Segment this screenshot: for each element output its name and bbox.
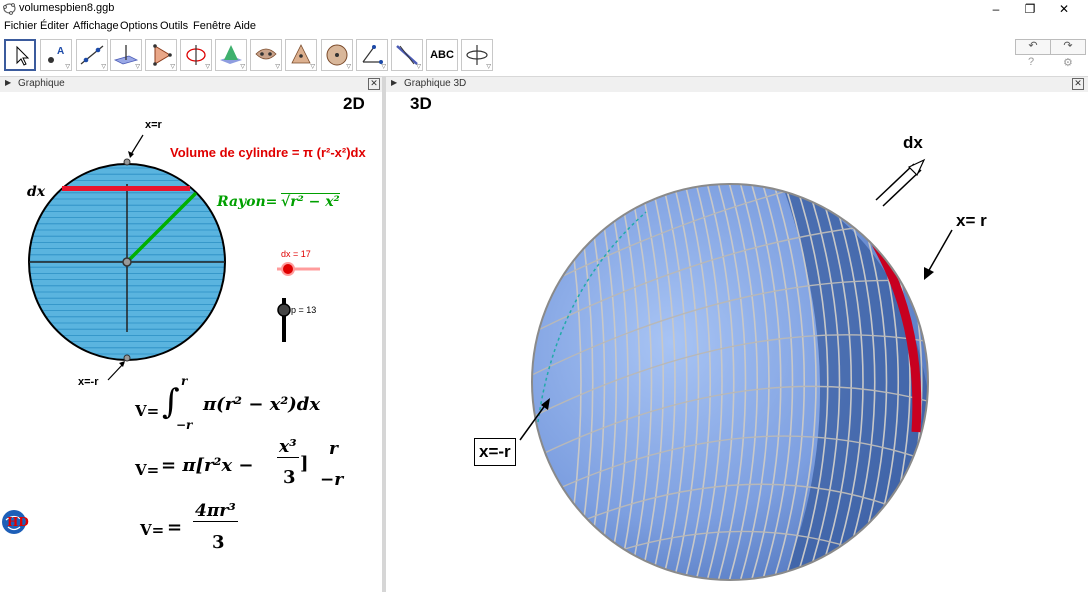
intersect-surfaces-button[interactable]: ▽ (215, 39, 247, 71)
toolbar: A ▽ ▽ ▽ ▽ ▽ ▽ ▽ ▽ ▽ ▽ ▽ ABC ▽ ↶ ↷ ? ⚙ (0, 36, 1088, 77)
dropdown-triangle-icon: ▽ (275, 64, 280, 70)
x-equals-r-3d-label: x= r (956, 211, 987, 230)
pyramid-tool-button[interactable]: ▽ (250, 39, 282, 71)
center-point[interactable] (122, 257, 132, 267)
dx-3d-label: dx (903, 133, 923, 152)
line-tool-button[interactable]: ▽ (76, 39, 108, 71)
dx-slider-label: dx = 17 (281, 249, 311, 259)
menu-fichier[interactable]: Fichier (4, 20, 37, 32)
dx-label: dx (27, 184, 46, 200)
x-r-3d-pointer-line (927, 229, 953, 273)
point-tool-button[interactable]: A ▽ (40, 39, 72, 71)
text-tool-icon: ABC (430, 49, 454, 61)
graphics-3d-view[interactable]: 3D dx x= r x=-r (386, 92, 1088, 592)
p-slider-label: p = 13 (291, 305, 317, 315)
dropdown-triangle-icon: ▽ (101, 64, 106, 70)
close-window-button[interactable]: ✕ (1047, 0, 1081, 18)
dx-slice-highlight (62, 186, 190, 191)
rayon-expression: √r² − x² (281, 193, 340, 210)
dropdown-triangle-icon: ▽ (65, 64, 70, 70)
formula2-prefix: V= (135, 461, 160, 479)
dx-arrowhead-icon (907, 158, 926, 177)
integral-sign-icon: ∫ (162, 382, 180, 422)
formula1-upper-bound: r (181, 374, 188, 388)
menu-bar: Fichier Éditer Affichage Options Outils … (0, 18, 1088, 36)
bottom-point[interactable] (123, 354, 131, 362)
formula1-prefix: V= (135, 402, 160, 420)
sphere-cross-section-drawing (2, 134, 320, 534)
reflect-plane-button[interactable]: ▽ (391, 39, 423, 71)
formula2-body: = π[r²x − (161, 455, 254, 476)
logo-badge-text: HD (7, 515, 29, 529)
collapse-triangle-icon[interactable]: ▶ (5, 78, 11, 87)
dropdown-triangle-icon: ▽ (416, 64, 421, 70)
formula2-denominator: 3 (283, 467, 296, 488)
formula2-lower-bound: −r (320, 470, 344, 490)
angle-tool-button[interactable]: ▽ (356, 39, 388, 71)
maximize-button[interactable]: ❐ (1013, 0, 1047, 18)
circle-tool-button[interactable]: ▽ (180, 39, 212, 71)
x-equals-r-label: x=r (145, 119, 162, 131)
dropdown-triangle-icon: ▽ (381, 64, 386, 70)
rotate-view-button[interactable]: ▽ (461, 39, 493, 71)
dropdown-triangle-icon: ▽ (240, 64, 245, 70)
graphics3d-view-title: Graphique 3D (404, 78, 467, 89)
settings-icon[interactable]: ⚙ (1063, 56, 1073, 69)
undo-button[interactable]: ↶ (1015, 39, 1051, 55)
formula2-upper-bound: r (329, 439, 338, 459)
menu-affichage[interactable]: Affichage (73, 20, 119, 32)
sphere-3d-drawing (519, 158, 953, 581)
collapse-triangle-icon[interactable]: ▶ (391, 78, 397, 87)
menu-editer[interactable]: Éditer (40, 20, 69, 32)
menu-outils[interactable]: Outils (160, 20, 188, 32)
dropdown-triangle-icon: ▽ (346, 64, 351, 70)
formula3-prefix: V= (140, 521, 165, 539)
help-icon[interactable]: ? (1028, 56, 1034, 68)
close-graphics3d-view-button[interactable]: ✕ (1072, 78, 1084, 90)
menu-fenetre[interactable]: Fenêtre (193, 20, 231, 32)
svg-text:A: A (57, 46, 64, 57)
dropdown-triangle-icon: ▽ (135, 64, 140, 70)
graphics-view-header: ▶ Graphique ✕ (0, 77, 382, 91)
polygon-tool-button[interactable]: ▽ (145, 39, 177, 71)
minimize-button[interactable]: – (979, 0, 1013, 18)
dropdown-triangle-icon: ▽ (205, 64, 210, 70)
formula1-body: π(r² − x²)dx (203, 394, 321, 415)
formula1-lower-bound: −r (176, 418, 193, 432)
redo-button[interactable]: ↷ (1050, 39, 1086, 55)
move-tool-button[interactable] (4, 39, 36, 71)
formula3-numerator: 4πr³ (193, 501, 238, 522)
graphics-2d-view[interactable]: 2D x=r x=-r dx Volume de cylindre = π (r… (0, 92, 382, 592)
formula2-close-bracket: ] (300, 453, 309, 474)
geogebra-app-icon (3, 3, 16, 15)
menu-aide[interactable]: Aide (234, 20, 256, 32)
dropdown-triangle-icon: ▽ (486, 64, 491, 70)
text-tool-button[interactable]: ABC (426, 39, 458, 71)
rayon-label: Rayon= (217, 194, 278, 210)
close-graphics-view-button[interactable]: ✕ (368, 78, 380, 90)
net-tool-button[interactable]: ▽ (285, 39, 317, 71)
formula2-numerator: x³ (277, 437, 299, 458)
menu-options[interactable]: Options (120, 20, 158, 32)
x-minus-r-arrowhead-icon (119, 361, 125, 367)
dropdown-triangle-icon: ▽ (310, 64, 315, 70)
formula3-equals: = (167, 517, 183, 538)
dx-slider-handle[interactable] (281, 262, 295, 276)
window-title: volumespbien8.ggb (19, 2, 115, 14)
x-equals-minus-r-3d-label: x=-r (474, 438, 516, 466)
sphere-tool-button[interactable]: ▽ (321, 39, 353, 71)
graphics3d-view-header: ▶ Graphique 3D ✕ (386, 77, 1088, 91)
p-slider-handle[interactable] (277, 303, 291, 317)
x-r-pointer-line (129, 134, 144, 157)
top-point[interactable] (123, 158, 131, 166)
graphics-view-title: Graphique (18, 78, 65, 89)
formula3-denominator: 3 (212, 532, 225, 553)
move-tool-icon (16, 45, 30, 66)
perpendicular-tool-button[interactable]: ▽ (110, 39, 142, 71)
dropdown-triangle-icon: ▽ (170, 64, 175, 70)
x-equals-minus-r-label: x=-r (78, 376, 99, 388)
title-bar: volumespbien8.ggb – ❐ ✕ (0, 0, 1088, 18)
volume-cylindre-text: Volume de cylindre = π (r²-x²)dx (170, 145, 366, 160)
